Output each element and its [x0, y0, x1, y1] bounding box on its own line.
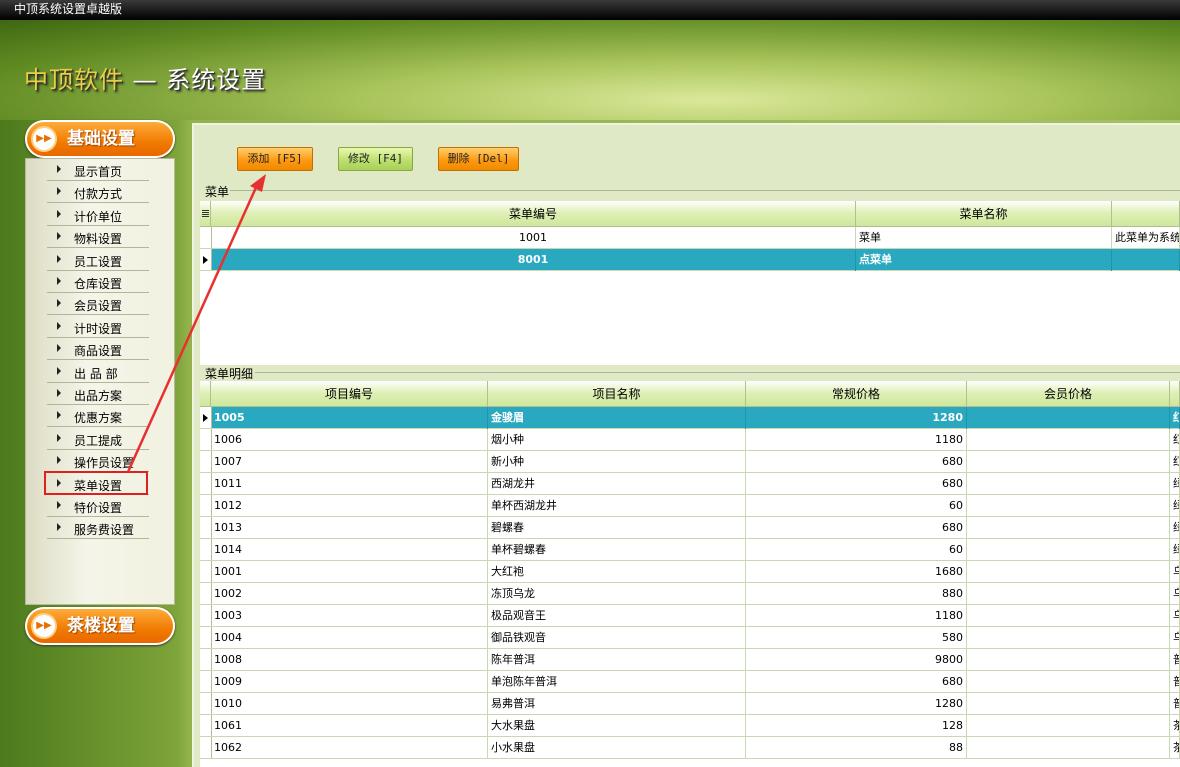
annotation-arrow-head: [250, 174, 266, 192]
annotation-arrow: [126, 174, 266, 473]
annotation-arrow-line: [126, 182, 260, 473]
